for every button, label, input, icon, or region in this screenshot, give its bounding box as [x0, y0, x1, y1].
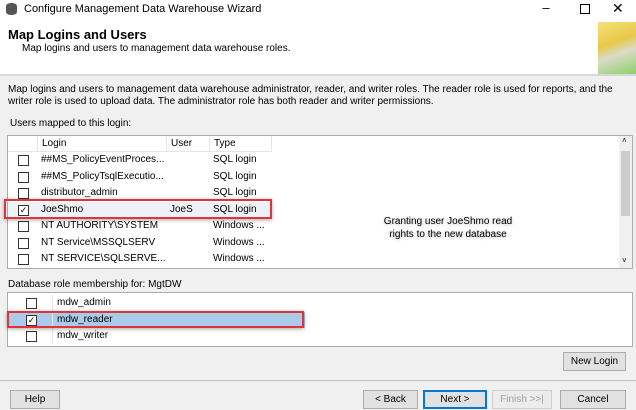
row-checkbox[interactable]: [18, 171, 29, 183]
finish-button: Finish >>|: [492, 390, 552, 409]
type-cell: SQL login: [213, 170, 257, 182]
minimize-button[interactable]: –: [536, 0, 556, 18]
roles-grid-label: Database role membership for: MgtDW: [8, 279, 182, 290]
wizard-header: Map Logins and Users Map logins and user…: [0, 18, 636, 76]
role-row[interactable]: mdw_writer: [8, 328, 305, 344]
cancel-button[interactable]: Cancel: [560, 390, 626, 409]
help-button[interactable]: Help: [10, 390, 60, 409]
row-checkbox[interactable]: [18, 254, 29, 265]
table-row[interactable]: NT AUTHORITY\SYSTEM Windows ...: [8, 218, 272, 234]
login-cell: NT AUTHORITY\SYSTEM: [41, 220, 159, 231]
users-grid-label: Users mapped to this login:: [10, 118, 132, 129]
table-row[interactable]: NT Service\MSSQLSERV Windows ...: [8, 235, 272, 251]
footer-divider: [0, 380, 636, 381]
column-header-login[interactable]: Login: [37, 136, 166, 152]
scroll-down-arrow[interactable]: ˅: [622, 256, 627, 265]
database-icon: [6, 3, 17, 15]
login-cell: NT Service\MSSQLSERV: [41, 236, 156, 248]
row-checkbox[interactable]: [18, 237, 29, 249]
login-cell: ##MS_PolicyEventProces...: [41, 154, 165, 165]
type-cell: SQL login: [213, 154, 257, 165]
column-header-type[interactable]: Type: [209, 136, 272, 152]
annotation-text: Granting user JoeShmo read rights to the…: [368, 215, 528, 241]
role-name: mdw_admin: [52, 295, 302, 311]
title-bar: Configure Management Data Warehouse Wiza…: [0, 0, 636, 18]
type-cell: Windows ...: [213, 253, 265, 264]
highlight-joeshmo-row: [4, 199, 272, 219]
login-cell: NT SERVICE\SQLSERVE...: [41, 253, 166, 264]
grid-header: Login User Type: [8, 136, 272, 152]
wizard-banner-icon: [598, 22, 636, 74]
page-title: Map Logins and Users: [8, 27, 147, 42]
new-login-button[interactable]: New Login: [563, 352, 626, 371]
role-name: mdw_writer: [52, 328, 302, 344]
annotation-line-1: Granting user JoeShmo read: [383, 216, 513, 227]
next-button[interactable]: Next >: [423, 390, 487, 409]
role-row[interactable]: mdw_admin: [8, 295, 305, 311]
annotation-line-2: rights to the new database: [389, 229, 507, 240]
table-row[interactable]: ##MS_PolicyEventProces... SQL login: [8, 152, 272, 168]
role-checkbox[interactable]: [26, 331, 37, 342]
type-cell: Windows ...: [213, 236, 265, 248]
login-cell: ##MS_PolicyTsqlExecutio...: [41, 170, 164, 182]
description-text: Map logins and users to management data …: [8, 84, 613, 107]
highlight-mdw-reader-row: [7, 311, 304, 328]
window-title: Configure Management Data Warehouse Wiza…: [24, 3, 262, 15]
row-checkbox[interactable]: [18, 155, 29, 166]
type-cell: Windows ...: [213, 220, 265, 231]
page-subtitle: Map logins and users to management data …: [22, 43, 291, 54]
back-button[interactable]: < Back: [363, 390, 418, 409]
table-row[interactable]: ##MS_PolicyTsqlExecutio... SQL login: [8, 169, 272, 185]
table-row[interactable]: NT SERVICE\SQLSERVE... Windows ...: [8, 251, 272, 267]
column-header-user[interactable]: User: [166, 136, 209, 152]
row-checkbox[interactable]: [18, 188, 29, 199]
role-checkbox[interactable]: [26, 298, 37, 309]
close-button[interactable]: ✕: [612, 0, 624, 17]
row-checkbox[interactable]: [18, 221, 29, 232]
maximize-button[interactable]: [580, 4, 590, 14]
scroll-thumb[interactable]: [621, 151, 630, 216]
vertical-scrollbar[interactable]: ˄ ˅: [619, 136, 632, 268]
scroll-up-arrow[interactable]: ˄: [622, 136, 627, 145]
